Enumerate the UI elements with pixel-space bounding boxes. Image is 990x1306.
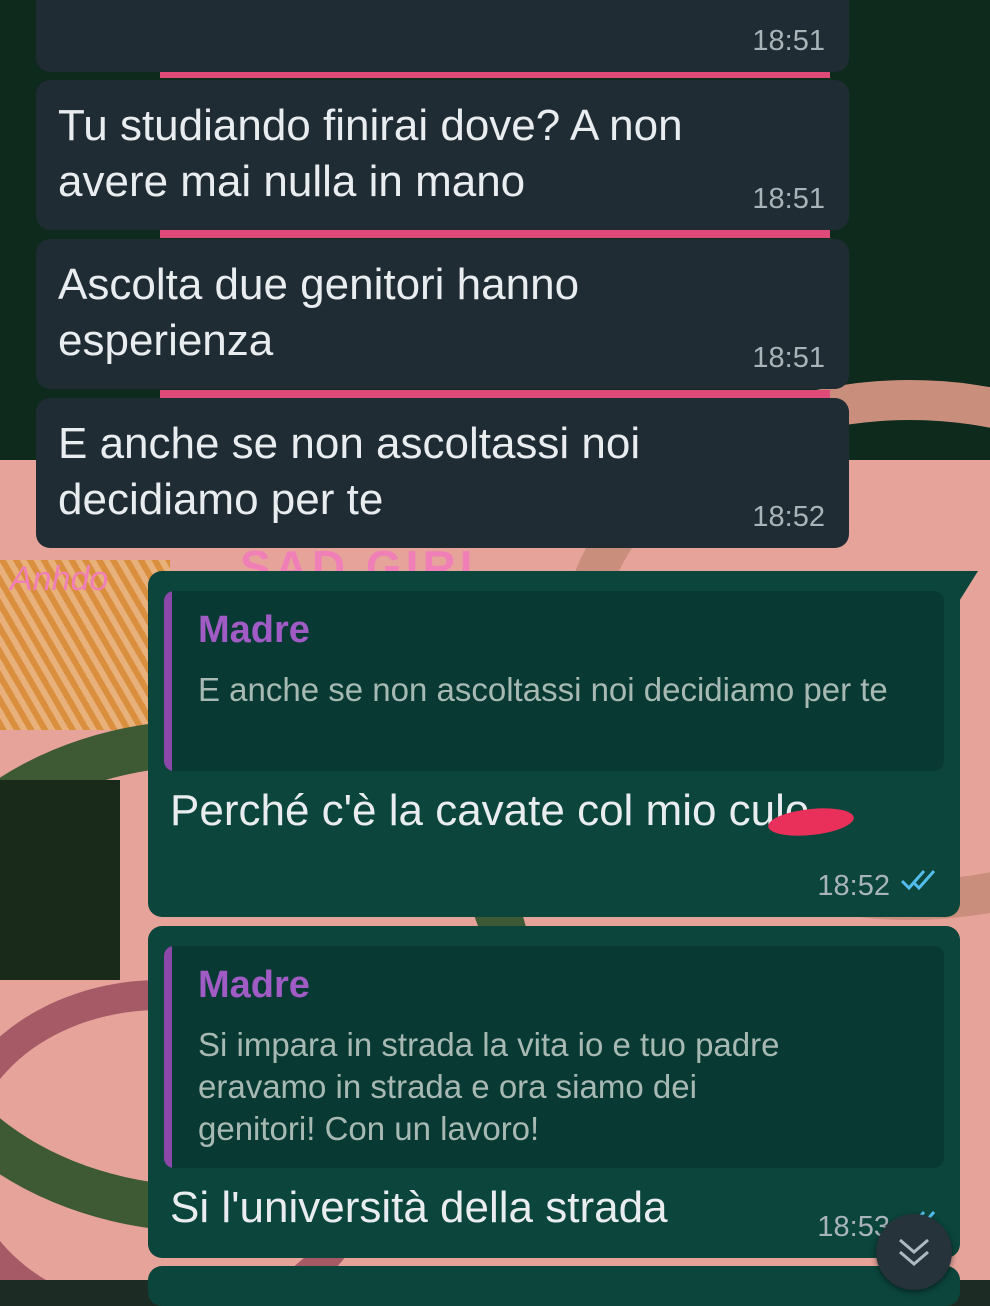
quote-author: Madre [198,964,310,1006]
quoted-message[interactable]: Madre Si impara in strada la vita io e t… [164,946,944,1168]
wallpaper-text: Anhdo [10,560,109,598]
message-text: Perché c'è la cavate col mio culo [170,786,810,835]
message-text: Tu studiando finirai dove? A non avere m… [58,101,683,206]
quote-accent-bar [164,946,172,1168]
message-text: Si l'università della strada [170,1183,668,1232]
message-text: E anche se non ascoltassi noi decidiamo … [58,419,641,524]
message-bubble-incoming[interactable]: 18:51 [36,0,849,72]
bubble-tail [958,571,978,603]
quote-text: Si impara in strada la vita io e tuo pad… [198,1026,780,1147]
double-check-icon [900,867,940,901]
scroll-to-bottom-button[interactable] [876,1214,952,1290]
message-text: Ascolta due genitori hanno esperienza [58,260,580,365]
message-bubble-incoming[interactable]: E anche se non ascoltassi noi decidiamo … [36,398,849,548]
chevron-double-down-icon [899,1238,929,1266]
message-bubble-outgoing[interactable]: Madre E anche se non ascoltassi noi deci… [148,571,978,917]
message-bubble-outgoing[interactable]: Madre Si impara in strada la vita io e t… [148,926,960,1258]
quote-author: Madre [198,609,310,651]
message-time: 18:51 [752,183,825,215]
message-bubble-incoming[interactable]: Ascolta due genitori hanno esperienza 18… [36,239,849,389]
message-time: 18:52 [817,870,890,902]
message-time: 18:52 [752,501,825,533]
message-bubble-outgoing[interactable] [148,1266,960,1306]
message-time: 18:51 [752,342,825,374]
message-time: 18:51 [752,25,825,57]
message-bubble-incoming[interactable]: Tu studiando finirai dove? A non avere m… [36,80,849,230]
quote-text: E anche se non ascoltassi noi decidiamo … [198,671,888,708]
quote-accent-bar [164,591,172,771]
quoted-message[interactable]: Madre E anche se non ascoltassi noi deci… [164,591,944,771]
